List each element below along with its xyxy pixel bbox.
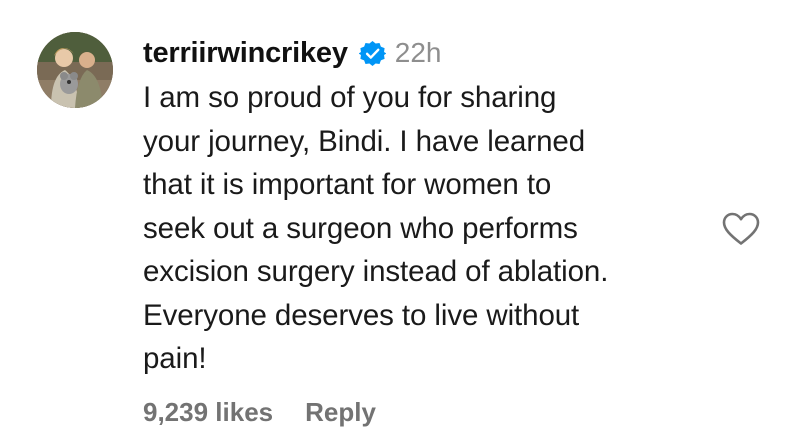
- comment-text-line: excision surgery instead of ablation.: [143, 255, 609, 288]
- comment-text-line: that it is important for women to: [143, 168, 552, 201]
- timestamp: 22h: [394, 37, 442, 68]
- comment-body: terriirwincrikey 22h I am so proud of yo…: [143, 30, 703, 381]
- comment-footer: 9,239 likes Reply: [143, 397, 376, 428]
- comment-text-line: Everyone deserves to live without: [143, 298, 580, 332]
- username[interactable]: terriirwincrikey: [143, 37, 348, 70]
- avatar-photo: [37, 32, 113, 108]
- avatar[interactable]: [37, 32, 113, 108]
- comment-text: I am so proud of you for sharing your jo…: [143, 76, 703, 381]
- comment-header: terriirwincrikey 22h: [143, 30, 703, 76]
- likes-count[interactable]: 9,239 likes: [143, 397, 273, 428]
- heart-icon[interactable]: [722, 212, 760, 246]
- comment-text-line: I am so proud of you for sharing: [143, 81, 557, 114]
- reply-button[interactable]: Reply: [305, 397, 376, 428]
- comment-text-line: pain!: [143, 342, 207, 375]
- verified-badge-icon: [358, 40, 387, 67]
- comment: terriirwincrikey 22h I am so proud of yo…: [0, 0, 800, 445]
- comment-text-line: your journey, Bindi. I have learned: [143, 124, 585, 158]
- comment-text-line: seek out a surgeon who performs: [143, 211, 578, 245]
